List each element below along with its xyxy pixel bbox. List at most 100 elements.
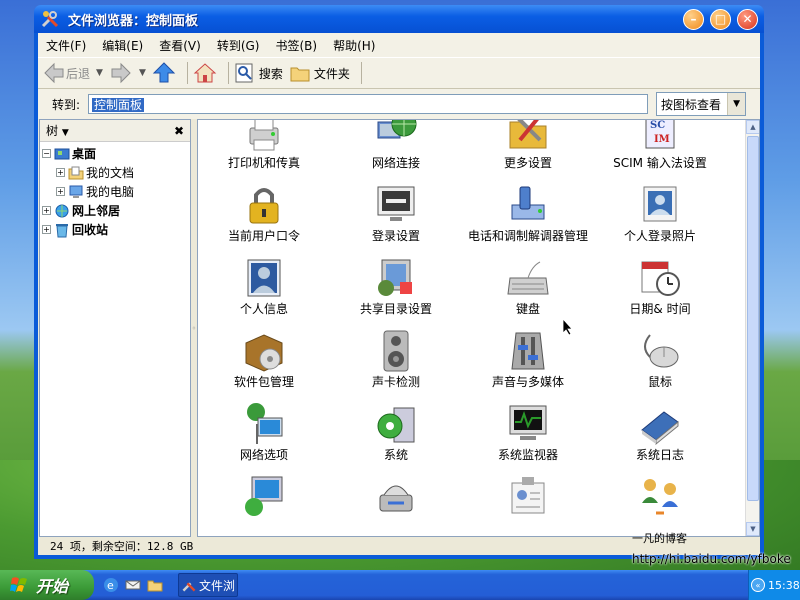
control-panel-item[interactable]: 电话和调制解调器管理 xyxy=(462,181,594,254)
title-bar[interactable]: 文件浏览器：控制面板 – □ ✕ xyxy=(34,5,764,33)
control-panel-item-label: 软件包管理 xyxy=(233,375,294,389)
control-panel-item[interactable]: 网络连接 xyxy=(330,120,462,181)
address-value: 控制面板 xyxy=(92,98,145,112)
menu-view[interactable]: 查看(V) xyxy=(159,37,201,54)
control-panel-item[interactable]: 系统 xyxy=(330,400,462,473)
login-monitor-icon xyxy=(377,186,415,221)
control-panel-item-label: 日期& 时间 xyxy=(629,302,691,316)
back-button[interactable]: 后退 ▼ xyxy=(42,61,103,85)
control-panel-item[interactable]: 个人登录照片 xyxy=(594,181,726,254)
control-panel-item[interactable]: 共享目录设置 xyxy=(330,254,462,327)
tree-item-recycle-bin[interactable]: + 回收站 xyxy=(40,220,190,239)
chevron-down-icon[interactable]: ▼ xyxy=(727,93,746,115)
tree-item-label: 回收站 xyxy=(72,223,109,237)
tray-expand-icon[interactable]: « xyxy=(751,578,765,592)
menu-file[interactable]: 文件(F) xyxy=(46,37,86,54)
back-dropdown-icon[interactable]: ▼ xyxy=(96,68,103,78)
expand-icon[interactable]: + xyxy=(42,225,51,234)
control-panel-item[interactable]: 更多设置 xyxy=(462,120,594,181)
control-panel-item-label: 鼠标 xyxy=(647,375,672,389)
search-label: 搜索 xyxy=(258,66,283,81)
window-body: 文件(F) 编辑(E) 查看(V) 转到(G) 书签(B) 帮助(H) 后退 ▼… xyxy=(38,33,760,555)
control-panel-item-label: 个人登录照片 xyxy=(623,229,696,243)
home-icon xyxy=(193,63,217,83)
file-browser-window: 文件浏览器：控制面板 – □ ✕ 文件(F) 编辑(E) 查看(V) 转到(G)… xyxy=(34,5,764,559)
main-area: 树 ▼ ✖ − 桌面 + 我的文档 + 我的电脑 + 网上邻居 + 回收站 ◦ … xyxy=(38,119,760,537)
scroll-down-icon[interactable]: ▼ xyxy=(746,522,759,536)
tree-sidebar: 树 ▼ ✖ − 桌面 + 我的文档 + 我的电脑 + 网上邻居 + 回收站 xyxy=(39,119,191,537)
tree-item-label: 我的电脑 xyxy=(86,185,135,199)
forward-dropdown-icon[interactable]: ▼ xyxy=(139,68,146,78)
taskbar-window-button[interactable]: 文件浏 xyxy=(178,573,238,597)
control-panel-item[interactable]: 打印机和传真 xyxy=(198,120,330,181)
menu-bar: 文件(F) 编辑(E) 查看(V) 转到(G) 书签(B) 帮助(H) xyxy=(38,33,760,57)
scroll-up-icon[interactable]: ▲ xyxy=(746,120,759,134)
control-panel-item-label: 键盘 xyxy=(515,302,540,316)
start-button[interactable]: 开始 xyxy=(0,570,94,600)
up-button[interactable] xyxy=(152,61,176,85)
menu-edit[interactable]: 编辑(E) xyxy=(102,37,143,54)
control-panel-item-label: 登录设置 xyxy=(371,229,420,243)
tree-item-network[interactable]: + 网上邻居 xyxy=(40,201,190,220)
control-panel-item-label: 系统 xyxy=(383,448,408,462)
tree-item-label: 桌面 xyxy=(72,147,97,161)
control-panel-item[interactable]: 声音与多媒体 xyxy=(462,327,594,400)
control-panel-item[interactable]: 当前用户口令 xyxy=(198,181,330,254)
system-tray: « 15:38 xyxy=(748,570,800,600)
menu-help[interactable]: 帮助(H) xyxy=(333,37,375,54)
control-panel-item[interactable]: 键盘 xyxy=(462,254,594,327)
address-input[interactable]: 控制面板 xyxy=(88,94,649,114)
forward-button[interactable]: ▼ xyxy=(109,61,146,85)
toolbar-separator xyxy=(227,62,229,84)
mail-icon[interactable] xyxy=(124,576,142,594)
vertical-scrollbar[interactable]: ▲ ▼ xyxy=(745,120,759,536)
computer-icon xyxy=(69,185,83,198)
view-mode-select[interactable]: 按图标查看 ▼ xyxy=(656,92,747,116)
control-panel-item[interactable]: 声卡检测 xyxy=(330,327,462,400)
clock[interactable]: 15:38 xyxy=(768,579,800,592)
control-panel-item[interactable] xyxy=(594,473,726,536)
tree-item-my-computer[interactable]: + 我的电脑 xyxy=(40,182,190,201)
home-button[interactable] xyxy=(193,61,217,85)
control-panel-item[interactable]: 软件包管理 xyxy=(198,327,330,400)
control-panel-item[interactable]: 个人信息 xyxy=(198,254,330,327)
control-panel-item[interactable] xyxy=(462,473,594,536)
maximize-button[interactable]: □ xyxy=(710,8,731,30)
system-gear-icon xyxy=(377,407,415,443)
minimize-button[interactable]: – xyxy=(683,8,704,30)
documents-folder-icon xyxy=(68,166,84,179)
scrollbar-thumb[interactable] xyxy=(747,136,759,501)
expand-icon[interactable]: + xyxy=(42,206,51,215)
control-panel-item[interactable] xyxy=(330,473,462,536)
tree-item-desktop[interactable]: − 桌面 xyxy=(40,144,190,163)
toolbar: 后退 ▼ ▼ 搜索 文件夹 xyxy=(38,57,760,89)
control-panel-item[interactable]: 登录设置 xyxy=(330,181,462,254)
close-button[interactable]: ✕ xyxy=(737,8,758,30)
menu-go[interactable]: 转到(G) xyxy=(217,37,260,54)
search-button[interactable]: 搜索 xyxy=(234,62,283,84)
control-panel-item[interactable]: 日期& 时间 xyxy=(594,254,726,327)
control-panel-item[interactable] xyxy=(198,473,330,536)
expand-icon[interactable]: + xyxy=(56,168,65,177)
tree-item-label: 网上邻居 xyxy=(72,204,121,218)
folders-button[interactable]: 文件夹 xyxy=(289,62,350,84)
control-panel-item[interactable]: 鼠标 xyxy=(594,327,726,400)
control-panel-item[interactable]: 系统监视器 xyxy=(462,400,594,473)
phone-modem-icon xyxy=(511,186,545,220)
control-panel-item[interactable]: 网络选项 xyxy=(198,400,330,473)
menu-bookmarks[interactable]: 书签(B) xyxy=(275,37,317,54)
sidebar-close-icon[interactable]: ✖ xyxy=(174,124,184,138)
taskbar: 开始 e 文件浏 « 15:38 xyxy=(0,570,800,600)
folder-icon xyxy=(290,67,310,82)
expand-icon[interactable]: + xyxy=(56,187,65,196)
tree-item-my-documents[interactable]: + 我的文档 xyxy=(40,163,190,182)
control-panel-item[interactable]: SC IM SCIM 输入法设置 xyxy=(594,120,726,181)
browser-icon[interactable]: e xyxy=(102,576,120,594)
sidebar-mode-select[interactable]: 树 ▼ xyxy=(46,122,69,139)
package-icon xyxy=(245,334,283,372)
control-panel-item-label: 当前用户口令 xyxy=(227,229,300,243)
folder-shortcut-icon[interactable] xyxy=(146,576,164,594)
control-panel-item-label: SCIM 输入法设置 xyxy=(613,156,707,170)
control-panel-item[interactable]: 系统日志 xyxy=(594,400,726,473)
collapse-icon[interactable]: − xyxy=(42,149,51,158)
